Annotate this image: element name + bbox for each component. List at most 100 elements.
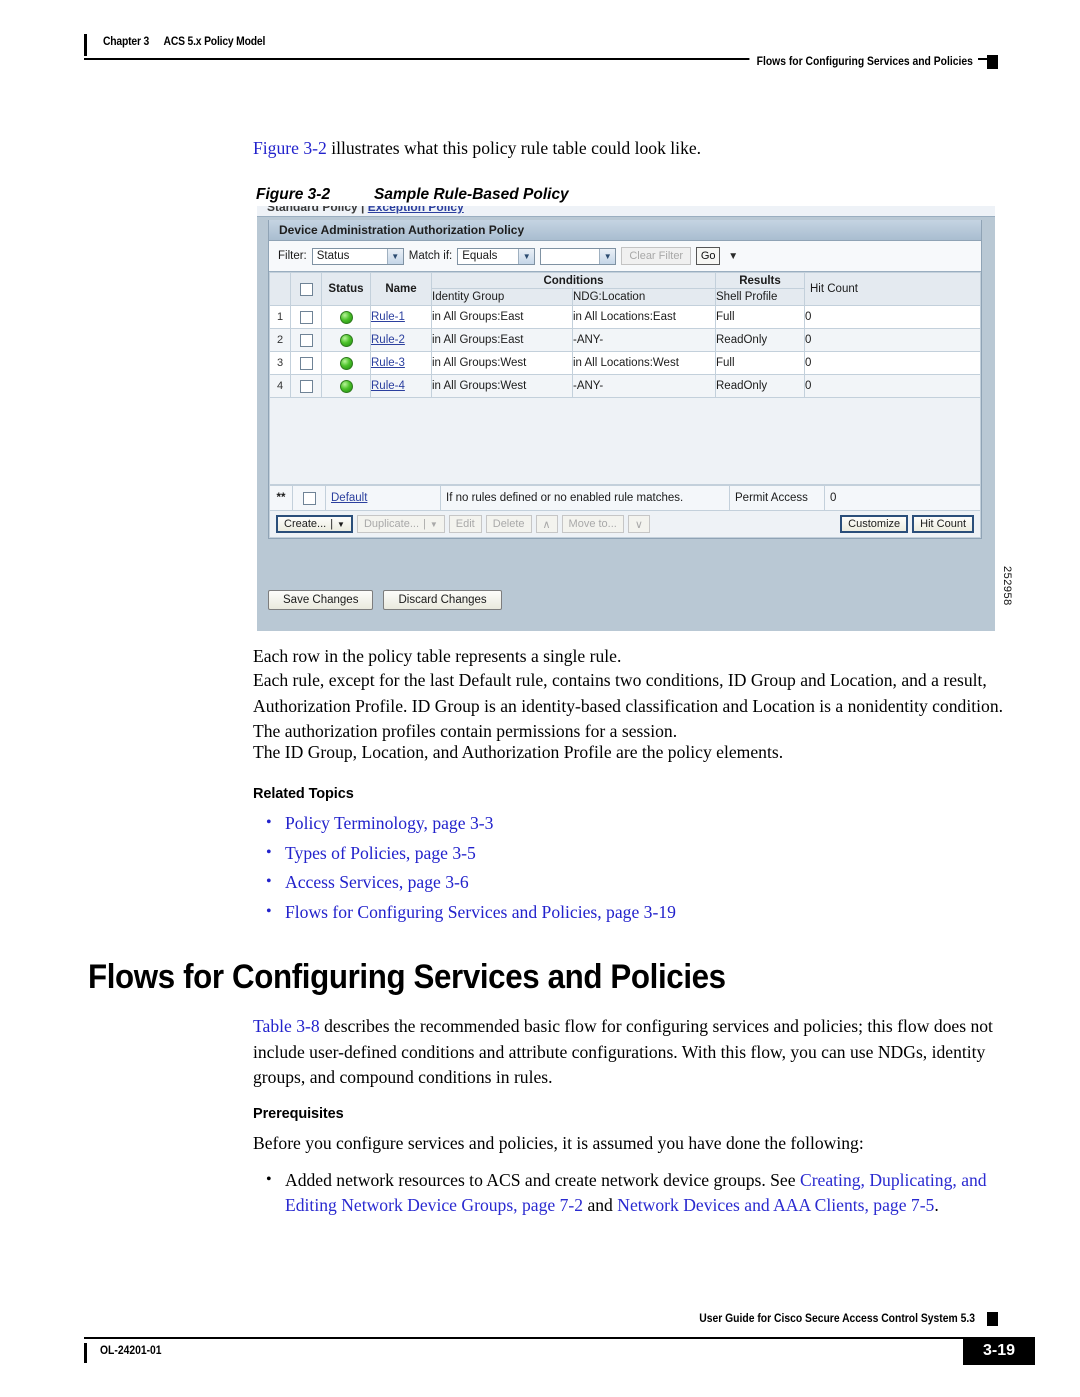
col-ndg-location-header: NDG:Location: [572, 288, 716, 306]
delete-button[interactable]: Delete: [485, 515, 532, 533]
status-enabled-icon: [339, 356, 353, 370]
go-button[interactable]: Go: [696, 247, 721, 265]
list-item[interactable]: Policy Terminology, page 3-3: [253, 810, 1015, 837]
default-row-checkbox[interactable]: [302, 491, 316, 505]
related-topic-link[interactable]: Policy Terminology, page 3-3: [285, 813, 493, 833]
footer-guide-title: User Guide for Cisco Secure Access Contr…: [691, 1313, 980, 1325]
exception-policy-tab[interactable]: Exception Policy: [368, 206, 464, 214]
policy-tab-strip: Standard Policy | Exception Policy: [257, 206, 995, 216]
rule-link[interactable]: Rule-4: [371, 380, 405, 392]
body-paragraph-1-wrap: Each row in the policy table represents …: [253, 644, 1015, 670]
related-topic-link[interactable]: Flows for Configuring Services and Polic…: [285, 902, 676, 922]
list-item[interactable]: Access Services, page 3-6: [253, 869, 1015, 896]
row-shell-profile: ReadOnly: [715, 328, 805, 352]
related-topic-link[interactable]: Access Services, page 3-6: [285, 872, 469, 892]
rules-action-toolbar: Create... | ▼ Duplicate... | ▼ Edit Delete ∧…: [269, 511, 981, 538]
chevron-down-icon: ▼: [386, 248, 403, 264]
expand-filter-chevron-icon[interactable]: ▼: [728, 251, 738, 262]
default-rule-hit-count: 0: [824, 485, 981, 511]
row-checkbox-cell[interactable]: [290, 305, 322, 329]
row-status-cell: [321, 305, 371, 329]
row-hit-count: 0: [804, 328, 981, 352]
row-checkbox-cell[interactable]: [290, 328, 322, 352]
chevron-down-icon: ▼: [599, 248, 616, 264]
clear-filter-button[interactable]: Clear Filter: [621, 247, 692, 265]
edit-button[interactable]: Edit: [448, 515, 482, 533]
group-header-results: Results: [715, 272, 805, 289]
row-checkbox[interactable]: [299, 333, 313, 347]
hit-count-button[interactable]: Hit Count: [912, 515, 974, 533]
table-row[interactable]: 1 Rule-1 in All Groups:East in All Locat…: [269, 305, 981, 329]
default-row-checkbox-cell[interactable]: [292, 485, 326, 511]
match-operator-select[interactable]: Equals ▼: [457, 247, 536, 265]
save-changes-button[interactable]: Save Changes: [268, 590, 374, 610]
row-hit-count: 0: [804, 351, 981, 375]
move-to-button[interactable]: Move to...: [561, 515, 624, 533]
table-empty-area: [269, 398, 981, 485]
prereq-link-2[interactable]: Network Devices and AAA Clients, page 7-…: [617, 1195, 934, 1215]
filter-value-select[interactable]: ▼: [540, 247, 617, 265]
row-name-cell: Rule-3: [370, 351, 432, 375]
create-button[interactable]: Create... | ▼: [276, 515, 353, 533]
row-hit-count: 0: [804, 305, 981, 329]
row-identity-group: in All Groups:East: [431, 328, 573, 352]
header-chapter-number: Chapter 3: [103, 36, 150, 48]
related-topic-link[interactable]: Types of Policies, page 3-5: [285, 843, 476, 863]
status-enabled-icon: [339, 379, 353, 393]
footer-left-tick: [84, 1343, 87, 1363]
discard-changes-button[interactable]: Discard Changes: [383, 590, 502, 610]
table-row[interactable]: 2 Rule-2 in All Groups:East -ANY- ReadOn…: [269, 328, 981, 352]
row-checkbox-cell[interactable]: [290, 374, 322, 398]
chevron-down-icon: ▼: [337, 519, 345, 529]
duplicate-split-divider: |: [423, 518, 426, 530]
select-all-checkbox-cell[interactable]: [290, 272, 322, 306]
row-shell-profile: ReadOnly: [715, 374, 805, 398]
prereq-mid-text: and: [583, 1195, 618, 1215]
row-checkbox-cell[interactable]: [290, 351, 322, 375]
footer-document-id: OL-24201-01: [100, 1345, 162, 1357]
row-checkbox[interactable]: [299, 310, 313, 324]
body-paragraph-3: The ID Group, Location, and Authorizatio…: [253, 742, 784, 762]
default-row-marker: **: [269, 485, 293, 511]
row-number: 3: [269, 351, 291, 375]
section-paragraph-1: Table 3-8 describes the recommended basi…: [253, 1014, 1015, 1091]
figure-crossref-link[interactable]: Figure 3-2: [253, 138, 327, 158]
filter-field-select[interactable]: Status ▼: [311, 247, 404, 265]
customize-button[interactable]: Customize: [840, 515, 909, 533]
col-identity-group-header: Identity Group: [431, 288, 573, 306]
list-item[interactable]: Types of Policies, page 3-5: [253, 840, 1015, 867]
row-status-cell: [321, 328, 371, 352]
default-rule-permission: Permit Access: [729, 485, 825, 511]
col-rownum-header: [269, 272, 291, 306]
table-row[interactable]: 4 Rule-4 in All Groups:West -ANY- ReadOn…: [269, 374, 981, 398]
row-checkbox[interactable]: [299, 356, 313, 370]
table-crossref-link[interactable]: Table 3-8: [253, 1016, 320, 1036]
save-bar: Save Changes Discard Changes: [268, 590, 502, 610]
select-all-checkbox[interactable]: [299, 282, 313, 296]
col-shell-profile-header: Shell Profile: [715, 288, 805, 306]
row-checkbox[interactable]: [299, 379, 313, 393]
list-item[interactable]: Flows for Configuring Services and Polic…: [253, 899, 1015, 926]
row-hit-count: 0: [804, 374, 981, 398]
row-number: 4: [269, 374, 291, 398]
move-up-icon-button[interactable]: ∧: [535, 515, 558, 533]
col-name-header: Name: [370, 272, 432, 306]
row-identity-group: in All Groups:East: [431, 305, 573, 329]
duplicate-button[interactable]: Duplicate... | ▼: [356, 515, 445, 533]
rule-link[interactable]: Rule-1: [371, 311, 405, 323]
row-name-cell: Rule-2: [370, 328, 432, 352]
row-status-cell: [321, 374, 371, 398]
body-paragraph-1: Each row in the policy table represents …: [253, 646, 622, 666]
standard-policy-tab[interactable]: Standard Policy: [267, 206, 358, 214]
table-row[interactable]: 3 Rule-3 in All Groups:West in All Locat…: [269, 351, 981, 375]
chevron-down-icon: ▼: [429, 519, 438, 529]
figure-number: Figure 3-2: [256, 186, 331, 203]
rule-link[interactable]: Rule-2: [371, 334, 405, 346]
row-shell-profile: Full: [715, 305, 805, 329]
rule-link[interactable]: Rule-3: [371, 357, 405, 369]
default-rule-link[interactable]: Default: [331, 492, 367, 504]
default-rule-row[interactable]: ** Default If no rules defined or no ena…: [269, 485, 981, 511]
row-status-cell: [321, 351, 371, 375]
move-down-icon-button[interactable]: ∨: [627, 515, 650, 533]
header-square-marker: [987, 55, 998, 69]
